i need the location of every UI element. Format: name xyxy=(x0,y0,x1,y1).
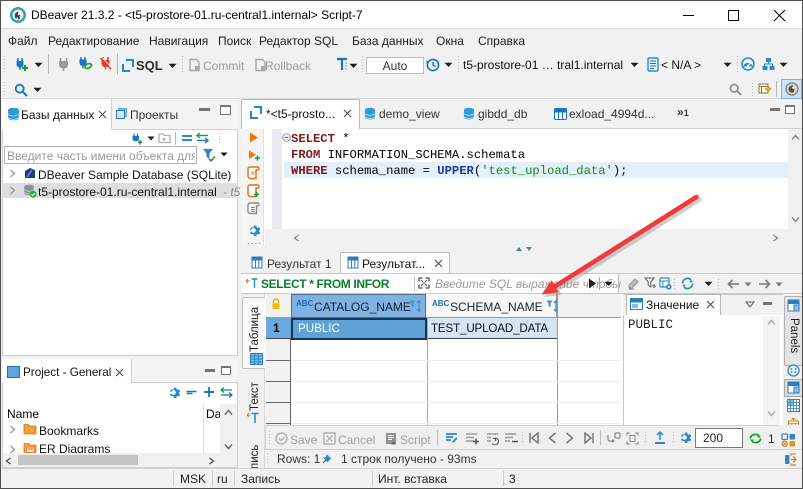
svg-text:Текст: Текст xyxy=(249,381,261,411)
svg-text:пись: пись xyxy=(249,445,261,469)
svg-text:Таблица: Таблица xyxy=(249,306,261,352)
svg-text:Panels: Panels xyxy=(788,318,800,353)
